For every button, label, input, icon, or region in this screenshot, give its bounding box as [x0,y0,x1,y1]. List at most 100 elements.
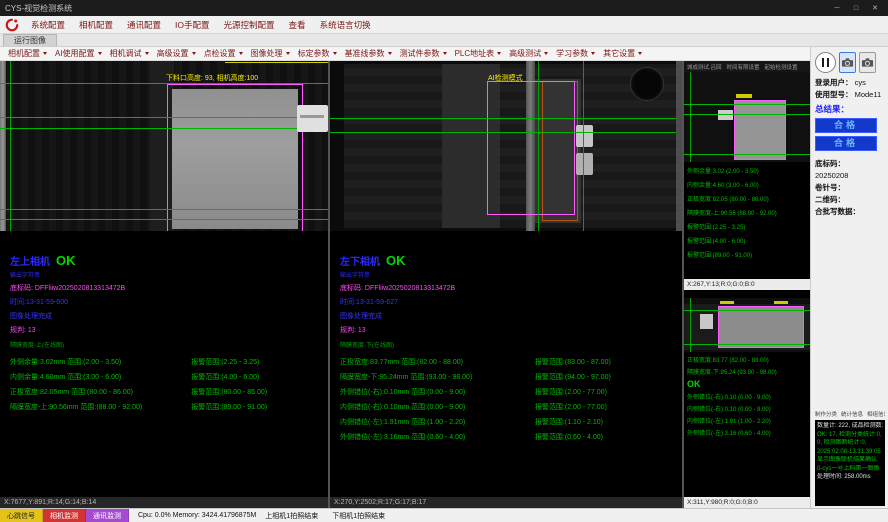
stats-tab[interactable]: 制作分类 [815,410,837,418]
app-window: CYS-视觉检测系统 ─ □ ✕ 系统配置相机配置通讯配置IO手配置光源控制配置… [0,0,888,522]
close-button[interactable]: ✕ [867,2,883,14]
menu-item[interactable]: 相机配置 [72,19,120,31]
measure-hline [684,104,810,105]
menu-item[interactable]: 查看 [282,19,313,31]
thumb-result-lines: 外侧余量:3.02 (2.00 - 3.50)内侧余量:4.60 (3.00 -… [684,162,810,263]
tab-strip: 运行图像 [0,34,888,47]
stats-tab[interactable]: 相组信息 [867,410,885,418]
thumb-header-tab[interactable]: 时间有限设置 [727,63,760,71]
toolbar-item[interactable]: 学习参数 [552,48,599,59]
window-controls: ─ □ ✕ [829,2,883,14]
tab-run-image[interactable]: 运行图像 [3,34,57,46]
roll-number-label: 卷针号： [815,183,845,192]
thumb-result-line: 外侧余量:3.02 (2.00 - 3.50) [687,165,807,179]
stats-tab-row: 制作分类统计信息相组信息 [815,408,885,420]
comm-monitor-indicator: 通讯监测 [86,509,129,522]
thumb-result-line: 报警范围:(2.25 - 3.25) [687,221,807,235]
menu-item[interactable]: 通讯配置 [120,19,168,31]
bright-edge-strip [0,61,6,231]
menubar: 系统配置相机配置通讯配置IO手配置光源控制配置查看系统语言切换 [0,16,888,34]
measurement-row: 正极宽度:83.77mm 范围:(82.00 - 88.00) 报警范围:(83… [340,354,682,369]
thumb-result-line: 隔膜宽度-上:90.56 (88.00 - 92.00) [687,207,807,221]
pause-button[interactable] [815,52,836,73]
toolbar: 相机配置AI使用配置相机调试高级设置点检设置图像处理标定参数基准线参数测试件参数… [0,47,810,61]
thumb-result-line: 隔膜宽度-下:95.24 (93.00 - 98.00) [687,367,807,379]
measurement-row: 内侧错位(-左):1.91mm 范围:(1.00 - 2.20) 报警范围:(1… [340,414,682,429]
thumb-result-ok: OK [684,379,810,389]
menu-item[interactable]: 光源控制配置 [217,19,282,31]
thumb-header-tab[interactable]: 起始检测设置 [765,63,798,71]
main-area: 相机配置AI使用配置相机调试高级设置点检设置图像处理标定参数基准线参数测试件参数… [0,47,888,508]
cpu-memory-readout: Cpu: 0.0% Memory: 3424.41796875M [129,509,265,522]
measurement-row: 外侧错位(-左):3.16mm 范围:(0.60 - 4.00) 报警范围:(0… [340,429,682,444]
spec-label: 规判: 13 [340,325,682,335]
toolbar-item[interactable]: PLC地址表 [451,48,506,59]
toolbar-item[interactable]: 高级测试 [505,48,552,59]
capture-time: 时间:13-31-59-627 [340,297,682,307]
toolbar-item[interactable]: 标定参数 [294,48,341,59]
result-overlay-left: 左上相机 OK 输出字符串 底标码: DFFliiw20250208133134… [0,231,328,497]
measurement-alarm: 报警范围:(2.25 - 3.25) [191,357,328,367]
measurement-alarm: 报警范围:(2.00 - 77.00) [535,402,682,412]
toolbar-item[interactable]: 测试件参数 [396,48,451,59]
toolbar-item[interactable]: 相机调试 [106,48,153,59]
toolbar-item[interactable]: 基准线参数 [341,48,396,59]
stats-line: 处理时间: 258.00ms [817,473,883,482]
camera-status-text: 下相机1拍照结束 [332,511,385,521]
measurement-alarm: 报警范围:(89.00 - 91.00) [191,402,328,412]
measurement-text: 内侧错位(-左):1.91mm 范围:(1.00 - 2.20) [340,417,535,427]
measurement-alarm: 报警范围:(1.10 - 2.10) [535,417,682,427]
menu-item[interactable]: 系统语言切换 [313,19,378,31]
menu-item[interactable]: IO手配置 [168,19,216,31]
right-sidebar: 登录用户： cys 使用型号： Mode11 总结果： 合格 合格 底标码： 2… [810,47,888,508]
capture-time: 时间:13-31-59-600 [10,297,328,307]
measurement-alarm: 报警范围:(80.00 - 85.00) [191,387,328,397]
toolbar-item[interactable]: 其它设置 [599,48,646,59]
thumb-result-lines: 正极宽度:83.77 (82.00 - 88.00)隔膜宽度-下:95.24 (… [684,352,810,379]
camera-view-left[interactable]: 下料口高度: 93, 相机高度:100 左上相机 OK 输出字符串 底标码: D… [0,61,328,508]
process-done-label: 图像处理完成 [340,311,682,321]
measurement-row: 内侧错位(-右):0.10mm 范围:(0.00 - 9.00) 报警范围:(2… [340,399,682,414]
measurement-alarm: 报警范围:(4.00 - 6.00) [191,372,328,382]
measurement-text: 内侧错位(-右):0.10mm 范围:(0.00 - 9.00) [340,402,535,412]
thumbnail-view-top[interactable]: 外侧余量:3.02 (2.00 - 3.50)内侧余量:4.60 (3.00 -… [684,72,810,290]
thumbnail-image-top[interactable] [684,72,810,162]
toolbar-item[interactable]: 图像处理 [247,48,294,59]
camera-image-right[interactable]: AI检测模式 [330,61,682,231]
menu-item[interactable]: 系统配置 [24,19,72,31]
thumbnail-image-bottom[interactable] [684,298,810,352]
connector-detail [300,115,324,118]
login-user-label: 登录用户： [815,78,853,87]
measurement-row: 内侧余量:4.60mm 范围:(3.00 - 6.00) 报警范围:(4.00 … [10,369,328,384]
minimize-button[interactable]: ─ [829,2,845,14]
thumb-header-tabs: 城成测试.吕回时间有限设置起始检测设置 [684,61,810,72]
base-barcode-label: 底标码： [815,159,845,168]
measurement-text: 隔膜宽度-下:95.24mm 范围:(93.00 - 98.00) [340,372,535,382]
thumbnail-view-bottom[interactable]: 正极宽度:83.77 (82.00 - 88.00)隔膜宽度-下:95.24 (… [684,292,810,508]
measurement-list: 外侧余量:3.02mm 范围:(2.00 - 3.50) 报警范围:(2.25 … [10,354,328,414]
thumb-header-tab[interactable]: 城成测试.吕回 [687,63,722,71]
toolbar-item[interactable]: 高级设置 [153,48,200,59]
result-overlay-right: 左下相机 OK 输出字符串 底标码: DFFliiw20250208133134… [330,231,682,497]
menu-item-list: 系统配置相机配置通讯配置IO手配置光源控制配置查看系统语言切换 [24,19,378,31]
camera-1-button[interactable] [839,52,856,73]
batch-write-label: 合批写数据： [815,207,860,216]
camera-2-button[interactable] [859,52,876,73]
pixel-coordinate-readout: X:270,Y:2502;R:17;G:17;B:17 [330,497,682,508]
stats-line: 显示图像联机结果确认 [817,456,883,465]
toolbar-item[interactable]: 点检设置 [200,48,247,59]
part-surface [718,306,804,348]
model-label: 使用型号： [815,90,853,99]
connector-part [297,105,328,132]
toolbar-item[interactable]: 相机配置 [4,48,51,59]
stats-line: 数量计: 222, 成品检测数: [817,422,883,431]
camera-icon [861,57,874,68]
camera-view-right[interactable]: AI检测模式 左下相机 OK 输出字符串 底标码: DFFliiw2025020… [330,61,682,508]
camera-name-label: 左上相机 [10,253,50,268]
maximize-button[interactable]: □ [848,2,864,14]
roi-box-magenta [487,81,575,215]
pause-icon [822,58,825,67]
camera-image-left[interactable]: 下料口高度: 93, 相机高度:100 [0,61,328,231]
toolbar-item[interactable]: AI使用配置 [51,48,106,59]
stats-tab[interactable]: 统计信息 [841,410,863,418]
